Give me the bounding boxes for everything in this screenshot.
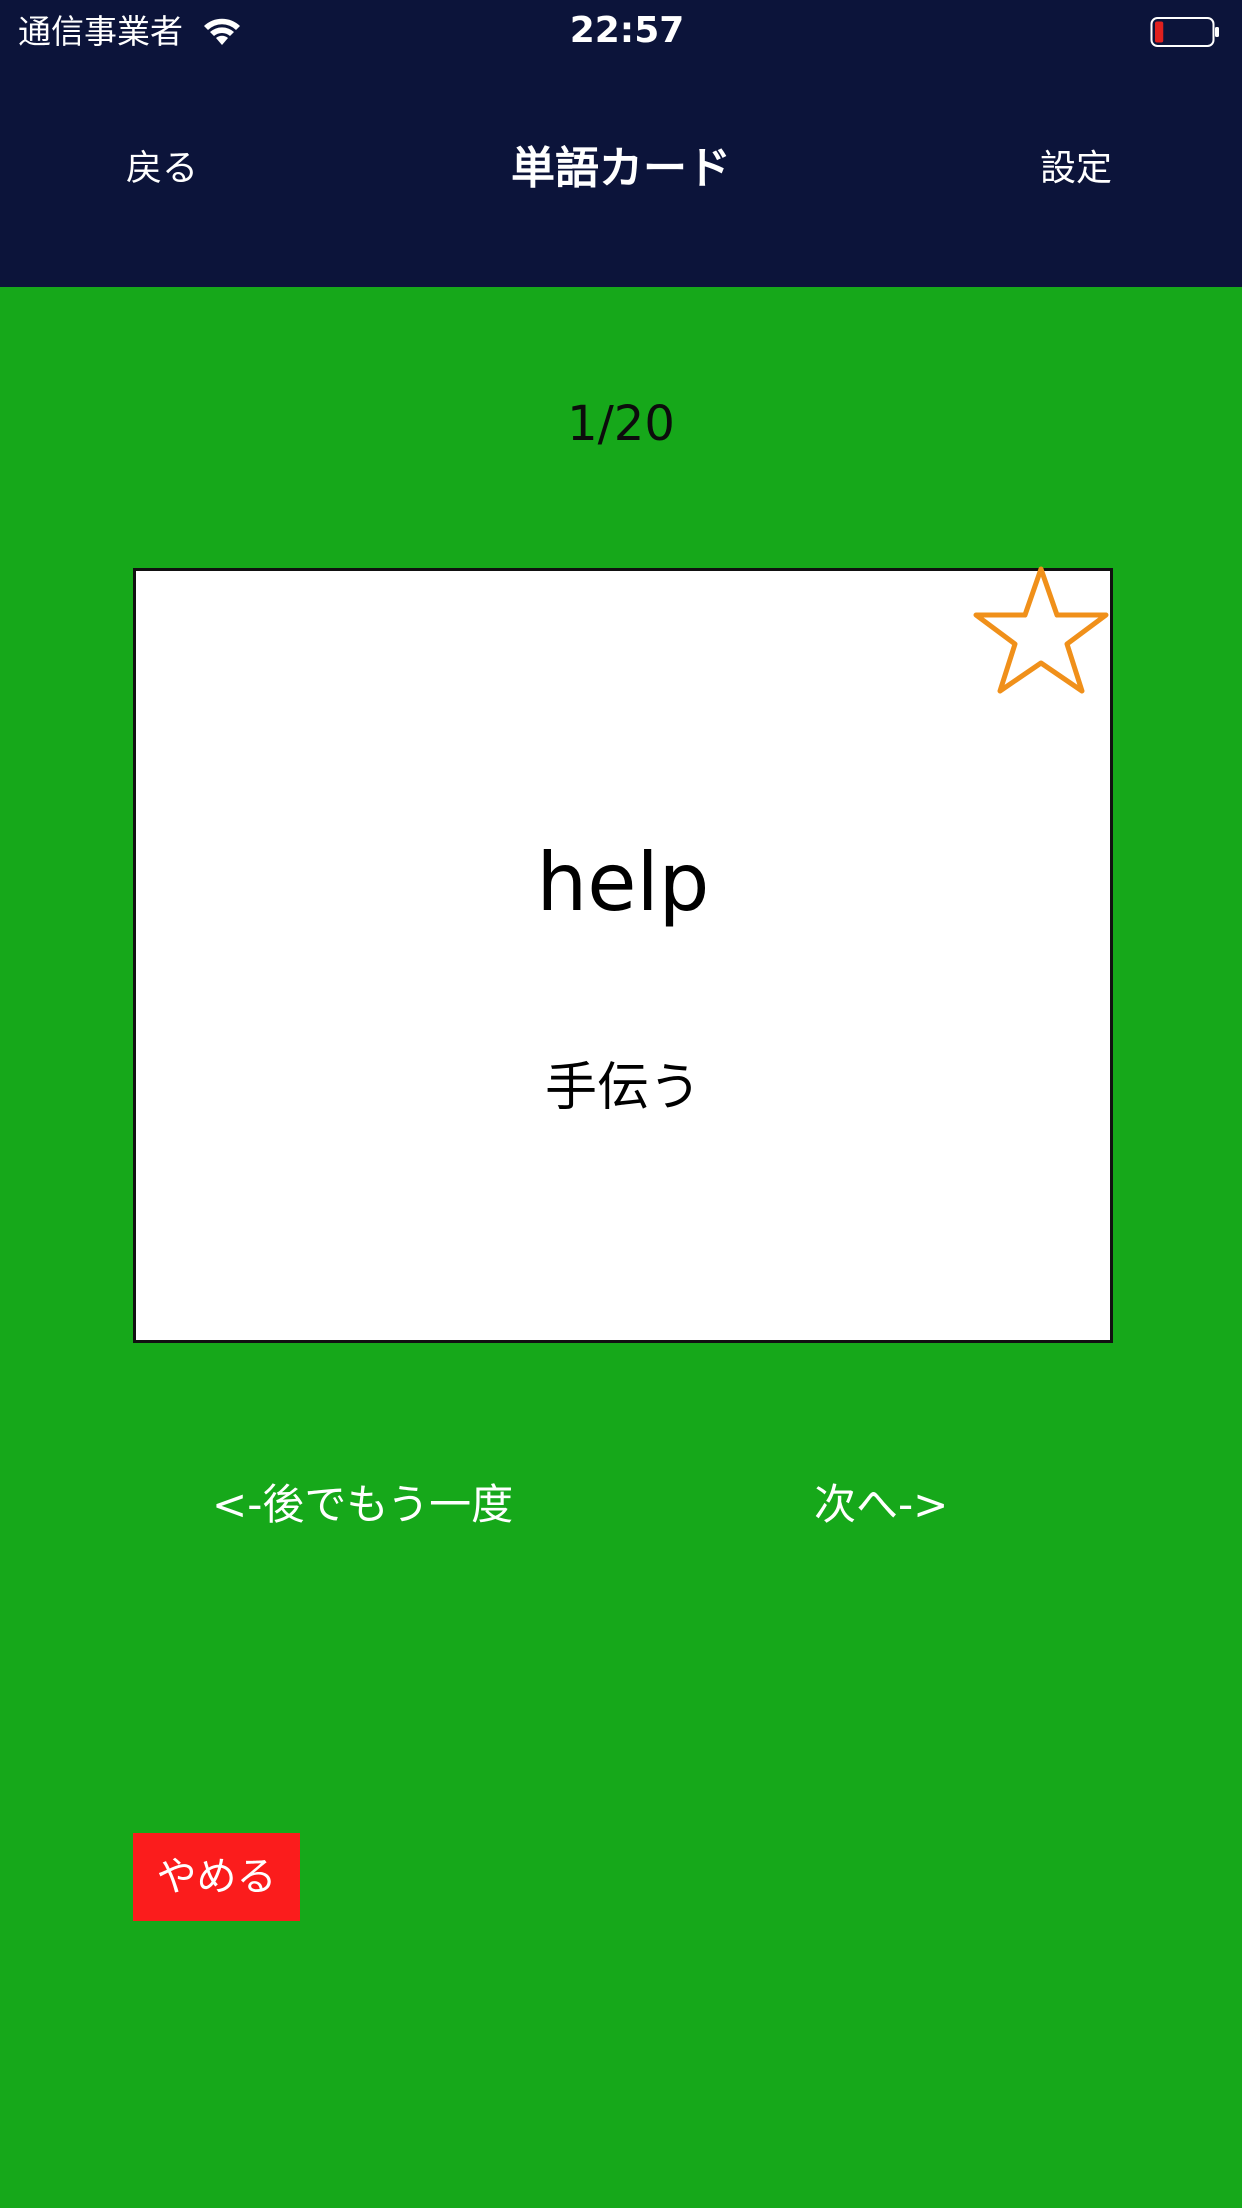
status-time: 22:57 [569,10,685,51]
quit-button[interactable]: やめる [133,1833,300,1921]
card-meaning: 手伝う [544,1058,701,1118]
progress-counter: 1/20 [567,396,675,452]
settings-button[interactable]: 設定 [1040,145,1112,193]
flash-card[interactable]: help 手伝う [133,565,1116,1343]
navigation-bar: 通信事業者 22:57 戻る 単語カード 設定 [0,0,1242,287]
battery-low-icon [1150,17,1219,47]
next-button[interactable]: 次へ-> [814,1478,948,1532]
card-word: help [536,836,710,929]
review-later-button[interactable]: <-後でもう一度 [212,1478,513,1532]
star-outline-icon[interactable] [966,565,1116,710]
